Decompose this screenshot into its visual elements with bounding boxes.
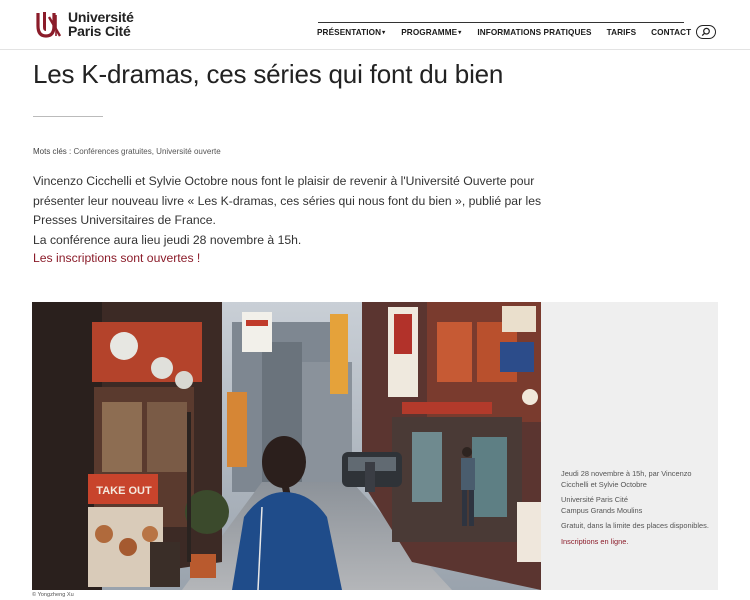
logo-wordmark: Université Paris Cité	[68, 9, 134, 39]
article-photo: TAKE OUT	[32, 302, 541, 590]
main-nav: PRÉSENTATION ▾ PROGRAMME ▾ INFORMATIONS PR…	[317, 28, 691, 37]
site-logo[interactable]: Université Paris Cité	[34, 9, 134, 39]
article-body: Vincenzo Cicchelli et Sylvie Octobre nou…	[33, 172, 553, 250]
inscriptions-link[interactable]: Les inscriptions sont ouvertes !	[33, 251, 200, 265]
event-place: Université Paris Cité Campus Grands Moul…	[561, 495, 711, 516]
event-price: Gratuit, dans la limite des places dispo…	[561, 521, 709, 530]
nav-item-programme[interactable]: PROGRAMME ▾	[401, 28, 461, 37]
keywords-links[interactable]: Conférences gratuites, Université ouvert…	[73, 147, 220, 156]
svg-text:TAKE OUT: TAKE OUT	[96, 485, 152, 497]
page-title: Les K-dramas, ces séries qui font du bie…	[33, 59, 504, 89]
keywords: Mots clés : Conférences gratuites, Unive…	[33, 147, 221, 156]
search-button[interactable]	[696, 25, 716, 39]
nav-item-contact[interactable]: CONTACT	[651, 28, 691, 37]
event-when: Jeudi 28 novembre à 15h, par Vincenzo Ci…	[561, 469, 692, 489]
article-paragraph: Vincenzo Cicchelli et Sylvie Octobre nou…	[33, 174, 542, 227]
site-header: Université Paris Cité PRÉSENTATION ▾ PROG…	[0, 0, 750, 50]
registration-link[interactable]: Inscriptions en ligne.	[561, 537, 711, 548]
title-divider	[33, 116, 103, 117]
nav-item-presentation[interactable]: PRÉSENTATION ▾	[317, 28, 385, 37]
nav-item-informations-pratiques[interactable]: INFORMATIONS PRATIQUES	[477, 28, 591, 37]
article-date-line: La conférence aura lieu jeudi 28 novembr…	[33, 232, 302, 247]
logo-emblem-icon	[36, 12, 62, 38]
event-place-line1: Université Paris Cité	[561, 495, 628, 504]
caret-down-icon: ▾	[382, 30, 386, 36]
caret-down-icon: ▾	[458, 30, 462, 36]
event-place-line2: Campus Grands Moulins	[561, 505, 643, 515]
street-scene-illustration: TAKE OUT	[32, 302, 541, 590]
nav-item-tarifs[interactable]: TARIFS	[607, 28, 637, 37]
keywords-label: Mots clés :	[33, 147, 72, 156]
photo-credit: © Yongzheng Xu	[32, 592, 74, 598]
event-info: Jeudi 28 novembre à 15h, par Vincenzo Ci…	[561, 469, 711, 552]
search-icon	[701, 27, 710, 37]
event-info-panel: Jeudi 28 novembre à 15h, par Vincenzo Ci…	[541, 302, 718, 590]
nav-divider	[318, 22, 684, 23]
